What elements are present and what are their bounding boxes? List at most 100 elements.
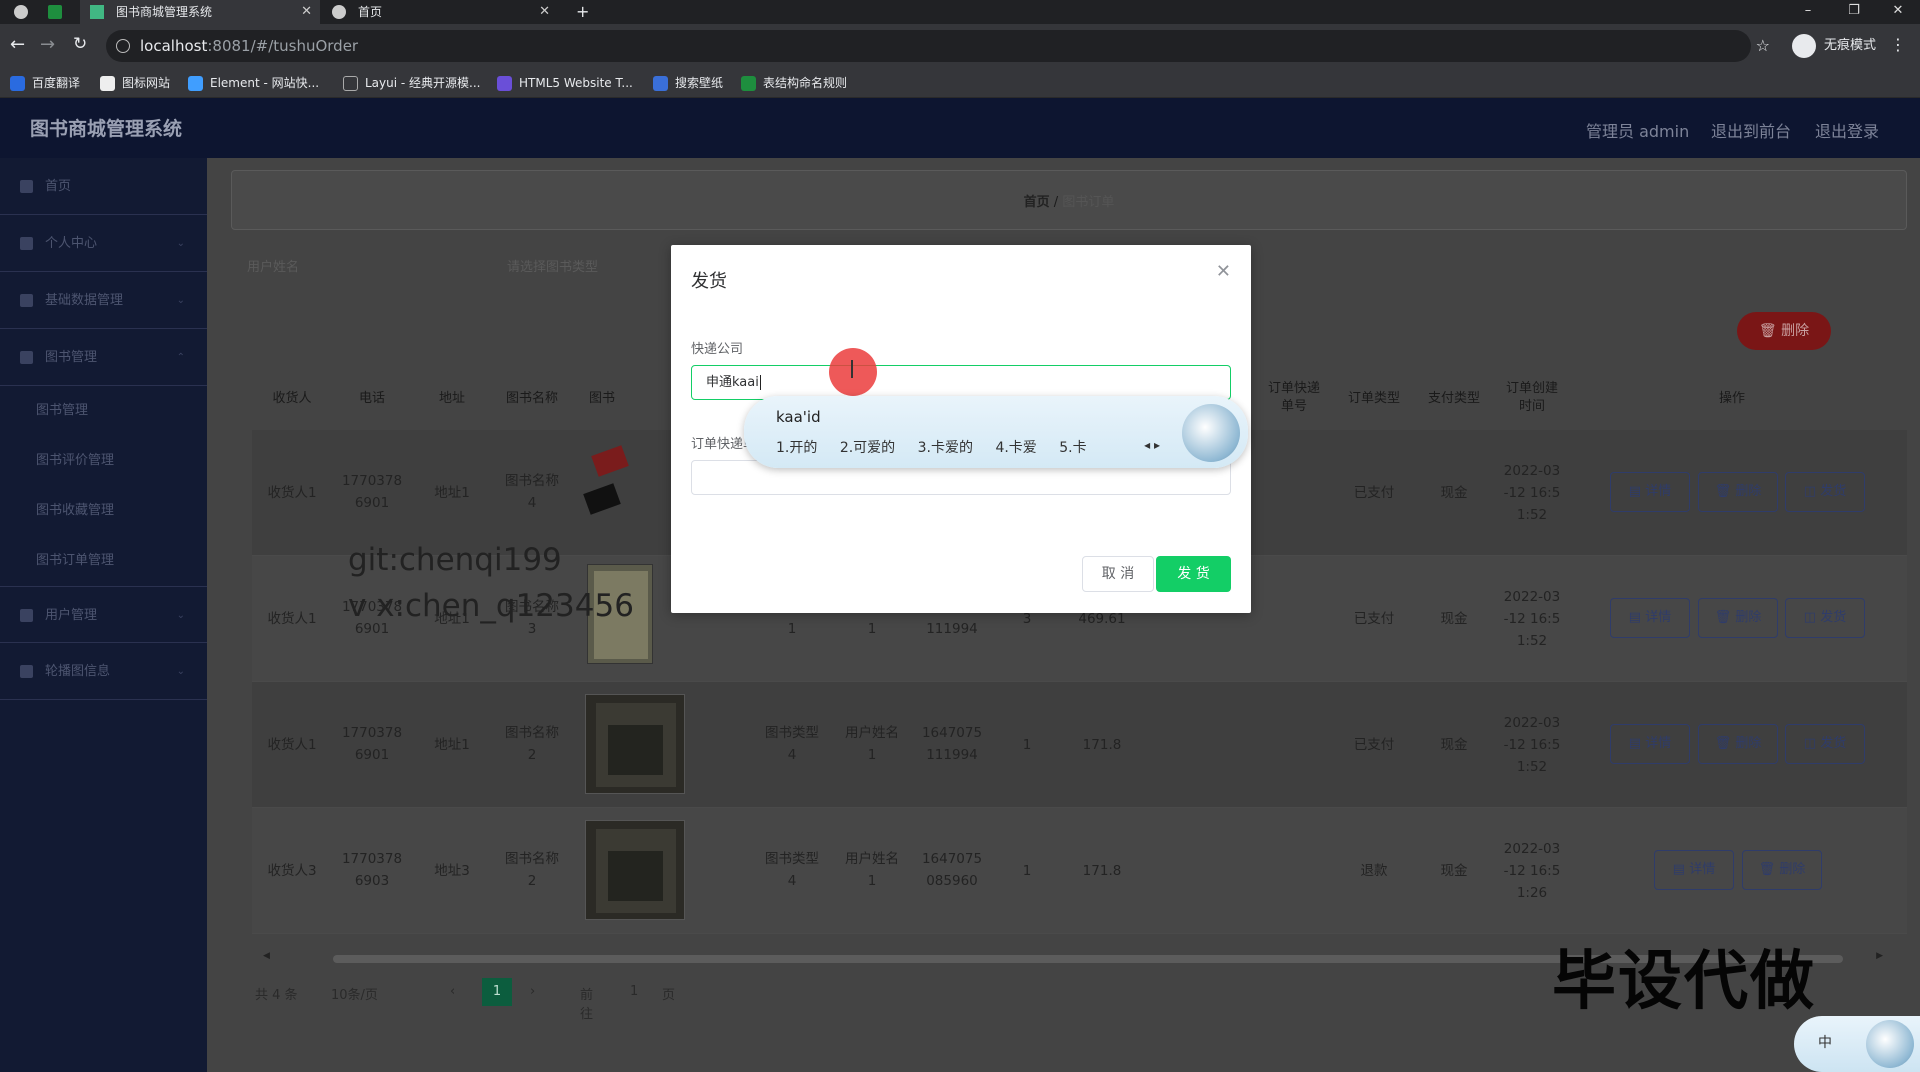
cell-status: 已支付 (1353, 485, 1395, 501)
search-type-select[interactable]: 请选择图书类型 (507, 256, 598, 275)
ship-button[interactable]: ◫ 发货 (1785, 598, 1865, 638)
breadcrumb-home[interactable]: 首页 (1024, 195, 1050, 210)
html5-icon (497, 76, 512, 91)
sidebar-item-carousel[interactable]: 轮播图信息 ⌄ (0, 643, 207, 700)
bookmark-item[interactable]: HTML5 Website T... (497, 74, 633, 92)
ime-candidate[interactable]: 3.卡爱的 (918, 440, 973, 456)
logout-link[interactable]: 退出登录 (1815, 118, 1879, 142)
scroll-left-icon[interactable]: ◀ (263, 951, 270, 961)
sidebar-item-profile[interactable]: 个人中心 ⌄ (0, 215, 207, 272)
cell-status: 退款 (1360, 863, 1388, 879)
restore-icon[interactable]: ❐ (1832, 0, 1876, 24)
bookmark-item[interactable]: 百度翻译 (10, 74, 80, 92)
cell-orderno: 1647075 111994 (921, 725, 983, 763)
cancel-button[interactable]: 取 消 (1082, 556, 1154, 592)
watermark-contact: v x:chen_q123456 (348, 588, 634, 624)
sidebar-sub-orders[interactable]: 图书订单管理 (0, 536, 207, 586)
th-receiver: 收货人 (272, 391, 312, 406)
close-window-icon[interactable]: ✕ (1876, 0, 1920, 24)
cell-receiver: 收货人1 (267, 485, 317, 501)
ime-candidate[interactable]: 2.可爱的 (840, 440, 895, 456)
bookmark-item[interactable]: 图标网站 (100, 74, 170, 92)
detail-button[interactable]: ▤ 详情 (1610, 472, 1690, 512)
delete-button[interactable]: 🗑 删除 (1698, 724, 1778, 764)
ship-button[interactable]: ◫ 发货 (1785, 724, 1865, 764)
ship-button[interactable]: ◫ 发货 (1785, 472, 1865, 512)
total-count: 共 4 条 (255, 988, 298, 1003)
detail-button[interactable]: ▤ 详情 (1654, 850, 1734, 890)
ime-candidate[interactable]: 4.卡爱 (995, 440, 1036, 456)
ime-candidate-popup: kaa'id 1.开的 2.可爱的 3.卡爱的 4.卡爱 5.卡 ◂ ▸ (744, 396, 1248, 468)
trash-icon: 🗑 (1758, 862, 1780, 877)
close-icon[interactable]: ✕ (1216, 261, 1231, 282)
delete-button[interactable]: 🗑 删除 (1742, 850, 1822, 890)
close-tab-icon[interactable]: ✕ (539, 0, 550, 24)
tab-home[interactable]: 首页 ✕ (322, 0, 558, 24)
page-1[interactable]: 1 (482, 978, 512, 1006)
ime-mode[interactable]: 中 (1818, 1032, 1832, 1052)
company-label: 快递公司 (691, 342, 744, 357)
trash-icon: 🗑 (1714, 610, 1736, 625)
sidebar-sub-favorites[interactable]: 图书收藏管理 (0, 486, 207, 536)
sidebar-sub-reviews[interactable]: 图书评价管理 (0, 436, 207, 486)
tab-label: 首页 (358, 5, 383, 19)
back-icon[interactable]: ← (10, 34, 25, 55)
scroll-right-icon[interactable]: ▶ (1876, 951, 1883, 961)
bookmark-item[interactable]: 表结构命名规则 (741, 74, 847, 92)
sidebar-item-books[interactable]: 图书管理 ⌃ (0, 329, 207, 386)
table-row: 收货人1 1770378 6901 地址1 图书名称 2 图书类型 4 用户姓名… (252, 682, 1907, 808)
cell-bookname: 图书名称 2 (505, 725, 559, 763)
delete-button[interactable]: 🗑 删除 (1698, 472, 1778, 512)
text-caret (759, 375, 761, 390)
incognito-indicator[interactable]: 无痕模式 (1791, 32, 1876, 60)
bookmark-item[interactable]: 搜索壁纸 (653, 74, 723, 92)
cell-paytype: 现金 (1440, 485, 1468, 501)
chevron-down-icon: ⌄ (176, 610, 185, 621)
bookmark-item[interactable]: Layui - 经典开源模... (343, 74, 480, 92)
to-frontend-link[interactable]: 退出到前台 (1711, 118, 1791, 142)
breadcrumb-sep: / (1053, 195, 1059, 210)
ime-status-dock[interactable]: 中 (1794, 1016, 1920, 1072)
detail-button[interactable]: ▤ 详情 (1610, 724, 1690, 764)
company-input[interactable]: 申通kaai (691, 365, 1231, 400)
cell-address: 地址1 (434, 485, 470, 501)
next-page-icon[interactable]: › (530, 984, 535, 999)
chrome-menu-icon[interactable] (0, 0, 40, 24)
confirm-ship-button[interactable]: 发 货 (1156, 556, 1231, 592)
new-tab-icon[interactable]: + (568, 0, 598, 24)
site-info-icon[interactable] (116, 39, 130, 53)
batch-delete-button[interactable]: 🗑 删除 (1737, 312, 1831, 350)
trash-icon: 🗑 (1758, 323, 1782, 339)
bookmark-star-icon[interactable]: ☆ (1756, 36, 1770, 55)
ime-page-arrows-icon[interactable]: ◂ ▸ (1144, 438, 1160, 452)
goto-input[interactable]: 1 (630, 984, 638, 999)
ime-candidate[interactable]: 5.卡 (1059, 440, 1086, 456)
trash-icon: 🗑 (1714, 736, 1736, 751)
delete-button[interactable]: 🗑 删除 (1698, 598, 1778, 638)
pinned-tab-icon[interactable] (40, 0, 70, 24)
sidebar-item-users[interactable]: 用户管理 ⌄ (0, 586, 207, 643)
cell-time: 2022-03 -12 16:5 1:26 (1503, 841, 1561, 901)
close-tab-icon[interactable]: ✕ (301, 0, 312, 24)
forward-icon[interactable]: → (40, 34, 55, 55)
browser-menu-icon[interactable]: ⋮ (1890, 35, 1906, 54)
search-user-input[interactable]: 用户姓名 (247, 256, 299, 275)
prev-page-icon[interactable]: ‹ (450, 984, 455, 999)
cell-username: 用户姓名 1 (845, 851, 899, 889)
home-icon (20, 180, 33, 193)
sidebar-sub-books[interactable]: 图书管理 (0, 386, 207, 436)
sidebar-item-basedata[interactable]: 基础数据管理 ⌄ (0, 272, 207, 329)
minimize-icon[interactable]: – (1786, 0, 1830, 24)
url-field[interactable]: localhost:8081/#/tushuOrder (106, 30, 1751, 62)
detail-button[interactable]: ▤ 详情 (1610, 598, 1690, 638)
cell-paytype: 现金 (1440, 737, 1468, 753)
element-icon (188, 76, 203, 91)
ime-candidate[interactable]: 1.开的 (776, 440, 817, 456)
sidebar-item-home[interactable]: 首页 (0, 158, 207, 215)
cell-booktype: 图书类型 4 (765, 851, 819, 889)
tab-admin[interactable]: 图书商城管理系统 ✕ (80, 0, 320, 24)
page-size-select[interactable]: 10条/页 (331, 984, 378, 1003)
reload-icon[interactable]: ↻ (73, 34, 87, 54)
bookmark-item[interactable]: Element - 网站快... (188, 74, 319, 92)
dialog-title: 发货 (691, 271, 727, 292)
